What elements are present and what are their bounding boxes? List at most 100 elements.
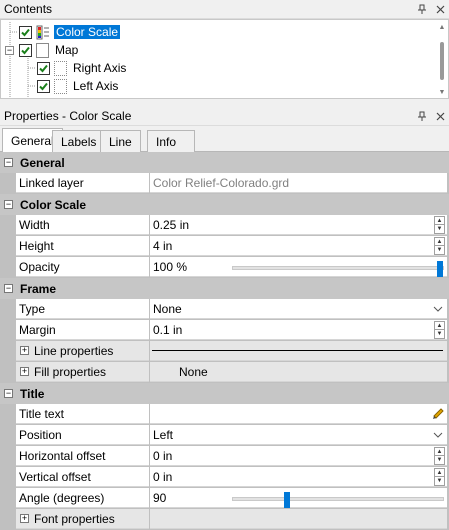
tree-item-color-scale[interactable]: Color Scale (19, 23, 121, 41)
prop-vertical-offset: Vertical offset 0 in ▲ ▼ (16, 467, 449, 488)
angle-slider[interactable] (232, 492, 444, 508)
close-icon[interactable] (431, 0, 449, 19)
prop-value: Left (153, 427, 174, 442)
slider-thumb[interactable] (284, 492, 290, 508)
prop-line-properties[interactable]: + Line properties (16, 341, 449, 362)
expand-icon[interactable]: + (20, 346, 29, 355)
tree-item-label[interactable]: Right Axis (71, 61, 128, 75)
prop-value: 0 in (153, 448, 173, 463)
prop-label: Height (16, 236, 149, 256)
map-icon (36, 42, 49, 58)
tree-item-label[interactable]: Color Scale (54, 25, 121, 39)
checkbox-checked-icon[interactable] (37, 61, 50, 75)
prop-label[interactable]: + Fill properties (16, 362, 149, 382)
prop-label[interactable]: + Font properties (16, 509, 149, 529)
spin-up-icon[interactable]: ▲ (435, 217, 444, 225)
pin-icon[interactable] (413, 0, 431, 19)
spin-up-icon[interactable]: ▲ (435, 322, 444, 330)
category-frame[interactable]: − Frame (0, 278, 449, 299)
category-general[interactable]: − General (0, 152, 449, 173)
tab-line[interactable]: Line (100, 130, 141, 152)
contents-title: Contents (4, 2, 53, 16)
tab-info[interactable]: Info (147, 130, 195, 152)
spin-down-icon[interactable]: ▼ (435, 456, 444, 464)
collapse-icon[interactable]: − (4, 284, 13, 293)
line-sample-value (150, 341, 447, 361)
prop-label: Type (16, 299, 149, 319)
category-color-scale[interactable]: − Color Scale (0, 194, 449, 215)
expand-icon[interactable]: + (20, 367, 29, 376)
prop-label: Horizontal offset (16, 446, 149, 466)
spin-button[interactable]: ▲ ▼ (434, 321, 445, 339)
category-title: Frame (20, 281, 57, 296)
scroll-down-icon[interactable]: ▼ (438, 89, 446, 96)
prop-fill-properties[interactable]: + Fill properties None (16, 362, 449, 383)
position-select[interactable]: Left (150, 425, 447, 445)
spin-button[interactable]: ▲ ▼ (434, 468, 445, 486)
category-title: Title (20, 386, 45, 401)
slider-thumb[interactable] (437, 261, 443, 277)
checkbox-checked-icon[interactable] (37, 79, 50, 93)
collapse-icon[interactable]: − (4, 200, 13, 209)
prop-value: 4 in (153, 238, 173, 253)
spin-button[interactable]: ▲ ▼ (434, 447, 445, 465)
prop-angle: Angle (degrees) 90 (16, 488, 449, 509)
prop-value (150, 509, 447, 529)
prop-value: 0.1 in (153, 322, 183, 337)
opacity-slider[interactable] (232, 261, 444, 277)
tree-item-left-axis[interactable]: Left Axis (37, 77, 120, 95)
spin-up-icon[interactable]: ▲ (435, 469, 444, 477)
prop-label-text: Font properties (34, 511, 115, 526)
tab-labels[interactable]: Labels (52, 130, 106, 152)
spin-down-icon[interactable]: ▼ (435, 477, 444, 485)
margin-input[interactable]: 0.1 in ▲ ▼ (150, 320, 447, 340)
height-input[interactable]: 4 in ▲ ▼ (150, 236, 447, 256)
vertical-offset-input[interactable]: 0 in ▲ ▼ (150, 467, 447, 487)
tree-item-label[interactable]: Map (53, 43, 80, 57)
chevron-down-icon[interactable] (431, 301, 445, 317)
opacity-input[interactable]: 100 % (150, 257, 447, 277)
prop-label[interactable]: + Line properties (16, 341, 149, 361)
prop-height: Height 4 in ▲ ▼ (16, 236, 449, 257)
tree-item-label[interactable]: Left Axis (71, 79, 120, 93)
prop-label: Linked layer (16, 173, 149, 193)
collapse-icon[interactable]: − (5, 45, 14, 55)
prop-label: Title text (16, 404, 149, 424)
category-title-section[interactable]: − Title (0, 383, 449, 404)
tree-item-right-axis[interactable]: Right Axis (37, 59, 128, 77)
spin-up-icon[interactable]: ▲ (435, 238, 444, 246)
scroll-thumb[interactable] (440, 42, 444, 80)
spin-button[interactable]: ▲ ▼ (434, 216, 445, 234)
horizontal-offset-input[interactable]: 0 in ▲ ▼ (150, 446, 447, 466)
prop-width: Width 0.25 in ▲ ▼ (16, 215, 449, 236)
collapse-icon[interactable]: − (4, 389, 13, 398)
prop-label: Angle (degrees) (16, 488, 149, 508)
close-icon[interactable] (431, 107, 449, 126)
spin-button[interactable]: ▲ ▼ (434, 237, 445, 255)
contents-tree[interactable]: Color Scale − Map Right Axis Left Axis ▲… (0, 19, 449, 99)
collapse-icon[interactable]: − (4, 158, 13, 167)
tree-item-map[interactable]: − Map (5, 41, 80, 59)
width-input[interactable]: 0.25 in ▲ ▼ (150, 215, 447, 235)
expand-icon[interactable]: + (20, 514, 29, 523)
scroll-up-icon[interactable]: ▲ (438, 24, 446, 31)
spin-down-icon[interactable]: ▼ (435, 330, 444, 338)
pencil-icon[interactable] (431, 405, 445, 421)
chevron-down-icon[interactable] (431, 427, 445, 443)
prop-font-properties[interactable]: + Font properties (16, 509, 449, 530)
angle-input[interactable]: 90 (150, 488, 447, 508)
prop-opacity: Opacity 100 % (16, 257, 449, 278)
spin-down-icon[interactable]: ▼ (435, 246, 444, 254)
checkbox-checked-icon[interactable] (19, 25, 32, 39)
spin-down-icon[interactable]: ▼ (435, 225, 444, 233)
prop-value: 0 in (153, 469, 173, 484)
prop-label: Margin (16, 320, 149, 340)
type-select[interactable]: None (150, 299, 447, 319)
tree-scrollbar[interactable]: ▲ ▼ (438, 24, 446, 96)
spin-up-icon[interactable]: ▲ (435, 448, 444, 456)
properties-title: Properties - Color Scale (4, 109, 132, 123)
checkbox-checked-icon[interactable] (19, 43, 32, 57)
line-style-sample (152, 350, 443, 351)
title-text-input[interactable] (150, 404, 447, 424)
pin-icon[interactable] (413, 107, 431, 126)
